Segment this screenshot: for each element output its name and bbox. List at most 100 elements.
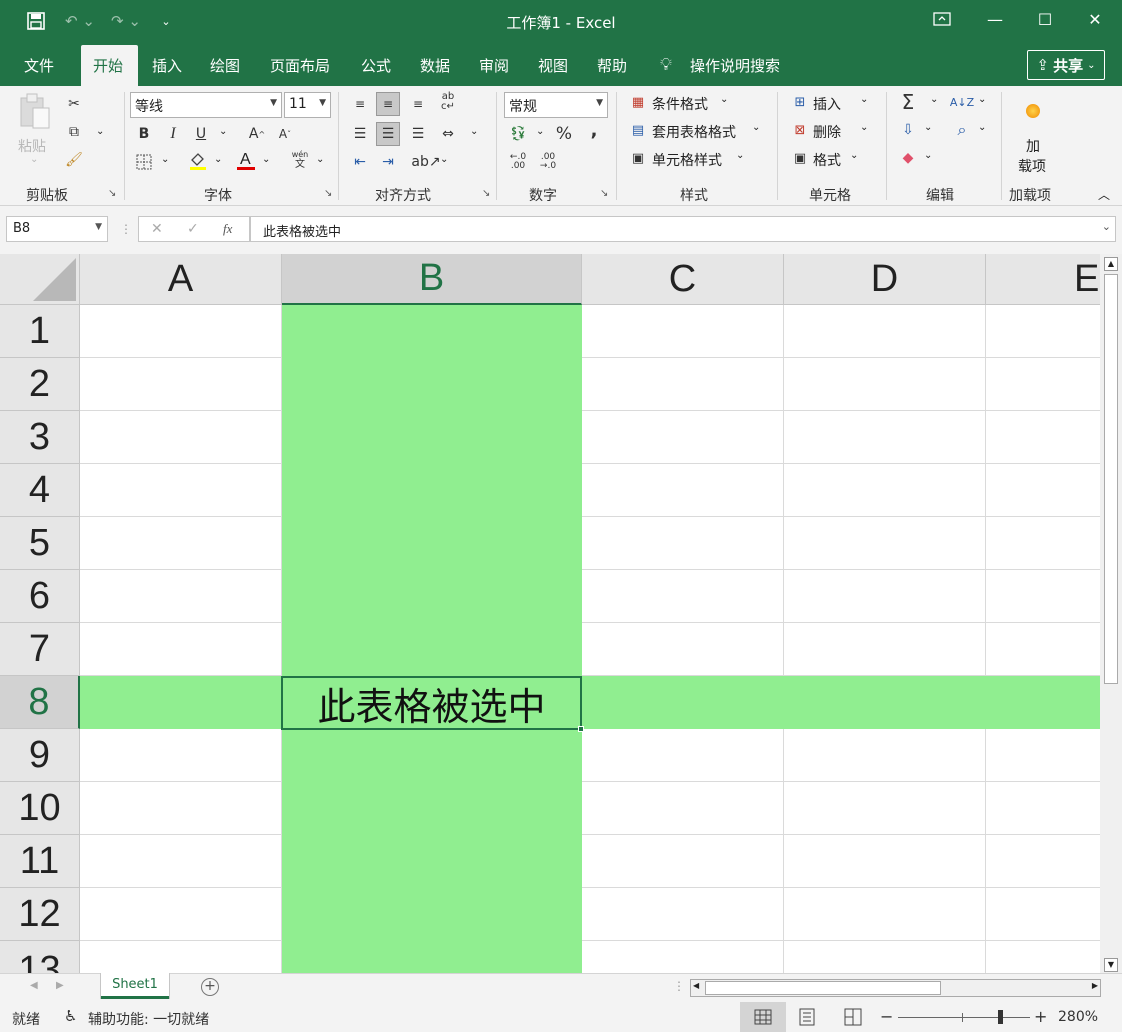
comma-style-button[interactable]: , [582, 118, 606, 142]
cell-b13[interactable] [282, 941, 582, 973]
cell-e6[interactable] [986, 570, 1100, 623]
select-all-button[interactable] [0, 254, 80, 305]
formula-bar-grip-icon[interactable]: ⋮ [120, 222, 132, 236]
cell-styles-button[interactable]: ▣ 单元格样式 ⌄ [626, 148, 776, 170]
number-format-dropdown[interactable]: 常规 ▼ [504, 92, 608, 118]
cell-e7[interactable] [986, 623, 1100, 676]
vertical-scrollbar[interactable]: ▲ ▼ [1100, 254, 1122, 973]
cell-b2[interactable] [282, 358, 582, 411]
tab-data[interactable]: 数据 [420, 55, 450, 76]
cell-b3[interactable] [282, 411, 582, 464]
chevron-down-icon[interactable]: ⌄ [924, 150, 932, 161]
cell-a9[interactable] [80, 729, 282, 782]
insert-function-icon[interactable]: fx [223, 221, 232, 237]
chevron-down-icon[interactable]: ⌄ [978, 122, 986, 133]
column-header-e[interactable]: E [986, 254, 1100, 305]
cell-e11[interactable] [986, 835, 1100, 888]
cell-c9[interactable] [582, 729, 784, 782]
font-color-icon[interactable]: A [234, 148, 258, 172]
cell-d13[interactable] [784, 941, 986, 973]
scroll-right-icon[interactable]: ▶ [1092, 981, 1098, 990]
column-header-c[interactable]: C [582, 254, 784, 305]
cell-c10[interactable] [582, 782, 784, 835]
accounting-format-icon[interactable]: 💱︎ [506, 122, 530, 146]
cell-d10[interactable] [784, 782, 986, 835]
cell-d9[interactable] [784, 729, 986, 782]
cell-c12[interactable] [582, 888, 784, 941]
cell-b9[interactable] [282, 729, 582, 782]
cell-a3[interactable] [80, 411, 282, 464]
column-header-a[interactable]: A [80, 254, 282, 305]
cell-a6[interactable] [80, 570, 282, 623]
sort-filter-icon[interactable]: A↓Z [950, 90, 974, 114]
cell-c8[interactable] [582, 676, 784, 729]
row-header-4[interactable]: 4 [0, 464, 80, 517]
cell-c5[interactable] [582, 517, 784, 570]
scroll-up-icon[interactable]: ▲ [1104, 257, 1118, 271]
format-cells-button[interactable]: ▣ 格式 ⌄ [788, 148, 876, 170]
row-header-9[interactable]: 9 [0, 729, 80, 782]
cancel-icon[interactable]: ✕ [151, 221, 163, 237]
cell-c6[interactable] [582, 570, 784, 623]
cell-e2[interactable] [986, 358, 1100, 411]
bottom-align-icon[interactable]: ≡ [406, 92, 430, 116]
cell-b11[interactable] [282, 835, 582, 888]
zoom-slider-thumb[interactable] [998, 1010, 1003, 1024]
cell-c1[interactable] [582, 305, 784, 358]
cell-c11[interactable] [582, 835, 784, 888]
close-button[interactable]: ✕ [1070, 0, 1120, 38]
wrap-text-icon[interactable]: ab c↵ [436, 90, 460, 114]
sheet-tab-sheet1[interactable]: Sheet1 [101, 973, 169, 999]
cell-c2[interactable] [582, 358, 784, 411]
chevron-down-icon[interactable]: ⌄ [440, 154, 448, 165]
zoom-out-button[interactable]: − [880, 1007, 893, 1026]
dialog-launcher-icon[interactable]: ↘ [108, 188, 116, 199]
cell-a10[interactable] [80, 782, 282, 835]
chevron-down-icon[interactable]: ⌄ [214, 154, 222, 165]
cell-b7[interactable] [282, 623, 582, 676]
tab-insert[interactable]: 插入 [152, 55, 182, 76]
cell-a2[interactable] [80, 358, 282, 411]
row-header-12[interactable]: 12 [0, 888, 80, 941]
row-header-5[interactable]: 5 [0, 517, 80, 570]
normal-view-button[interactable] [740, 1002, 786, 1032]
share-button[interactable]: ⇪ 共享 ⌄ [1027, 50, 1105, 80]
zoom-level[interactable]: 280% [1058, 1009, 1098, 1025]
chevron-down-icon[interactable]: ⌄ [161, 154, 169, 165]
cell-d5[interactable] [784, 517, 986, 570]
chevron-down-icon[interactable]: ⌄ [536, 126, 544, 137]
cell-d2[interactable] [784, 358, 986, 411]
tab-home[interactable]: 开始 [81, 45, 138, 86]
horizontal-scroll-thumb[interactable] [705, 981, 941, 995]
horizontal-scrollbar[interactable]: ◀ ▶ [690, 979, 1101, 997]
tab-page-layout[interactable]: 页面布局 [270, 55, 330, 76]
cell-a1[interactable] [80, 305, 282, 358]
cell-d11[interactable] [784, 835, 986, 888]
cell-a8[interactable] [80, 676, 282, 729]
cell-b10[interactable] [282, 782, 582, 835]
fill-color-icon[interactable] [186, 148, 210, 172]
paste-button[interactable]: 粘贴 ⌄ [14, 92, 56, 172]
tab-split-grip-icon[interactable]: ⋮ [673, 979, 685, 993]
page-layout-view-button[interactable] [798, 1008, 816, 1030]
cell-b6[interactable] [282, 570, 582, 623]
cell-c3[interactable] [582, 411, 784, 464]
chevron-down-icon[interactable]: ⌄ [924, 122, 932, 133]
row-header-3[interactable]: 3 [0, 411, 80, 464]
previous-sheet-icon[interactable]: ◀ [30, 980, 38, 991]
borders-icon[interactable] [132, 150, 156, 174]
cell-e3[interactable] [986, 411, 1100, 464]
chevron-down-icon[interactable]: ⌄ [470, 126, 478, 137]
cell-a5[interactable] [80, 517, 282, 570]
active-cell-b8[interactable]: 此表格被选中 [281, 676, 582, 730]
scroll-down-icon[interactable]: ▼ [1104, 958, 1118, 972]
formula-input[interactable]: 此表格被选中 ⌄ [250, 216, 1116, 242]
accessibility-status[interactable]: 辅助功能: 一切就绪 [88, 1009, 209, 1029]
chevron-down-icon[interactable]: ⌄ [219, 126, 227, 137]
cell-a12[interactable] [80, 888, 282, 941]
cell-e1[interactable] [986, 305, 1100, 358]
align-center-icon[interactable]: ☰ [376, 122, 400, 146]
dialog-launcher-icon[interactable]: ↘ [324, 188, 332, 199]
align-left-icon[interactable]: ☰ [348, 122, 372, 146]
cell-d1[interactable] [784, 305, 986, 358]
